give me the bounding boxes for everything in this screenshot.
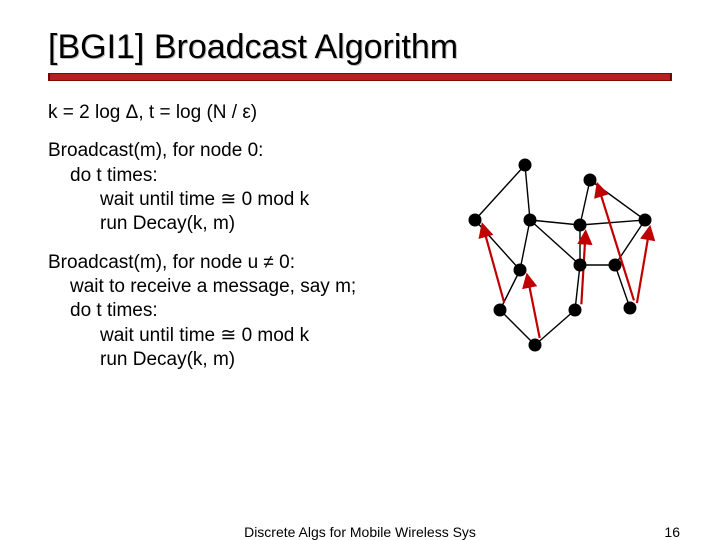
graph-edge (535, 310, 575, 345)
graph-node (514, 264, 527, 277)
graph-edge (475, 165, 525, 220)
graph-edge (580, 220, 645, 225)
graph-node (569, 304, 582, 317)
graph-node (639, 214, 652, 227)
network-graph (420, 150, 670, 350)
graph-node (494, 304, 507, 317)
graph-edge (525, 165, 530, 220)
title-rule (48, 73, 672, 89)
graph-edge (615, 220, 645, 265)
graph-edge (530, 220, 580, 225)
graph-node (529, 339, 542, 352)
footer-title: Discrete Algs for Mobile Wireless Sys (244, 524, 476, 540)
graph-edge (520, 220, 530, 270)
graph-node (574, 259, 587, 272)
graph-edge (615, 265, 630, 308)
param-line: k = 2 log Δ, t = log (N / ε) (48, 101, 672, 125)
footer-page: 16 (664, 524, 680, 540)
graph-edge (500, 270, 520, 310)
graph-red-arrow (483, 228, 504, 303)
graph-node (519, 159, 532, 172)
slide: [BGI1] Broadcast Algorithm k = 2 log Δ, … (0, 0, 720, 540)
graph-red-arrow (637, 231, 649, 303)
slide-title: [BGI1] Broadcast Algorithm (48, 28, 672, 67)
graph-edge (530, 220, 580, 265)
graph-node (624, 302, 637, 315)
graph-red-arrow (528, 279, 540, 338)
graph-node (469, 214, 482, 227)
graph-node (584, 174, 597, 187)
graph-edge (580, 180, 590, 225)
graph-edge (575, 265, 580, 310)
graph-svg (420, 150, 670, 360)
graph-edge (500, 310, 535, 345)
graph-node (609, 259, 622, 272)
graph-edge (475, 220, 520, 270)
graph-node (574, 219, 587, 232)
graph-node (524, 214, 537, 227)
graph-edge (590, 180, 645, 220)
